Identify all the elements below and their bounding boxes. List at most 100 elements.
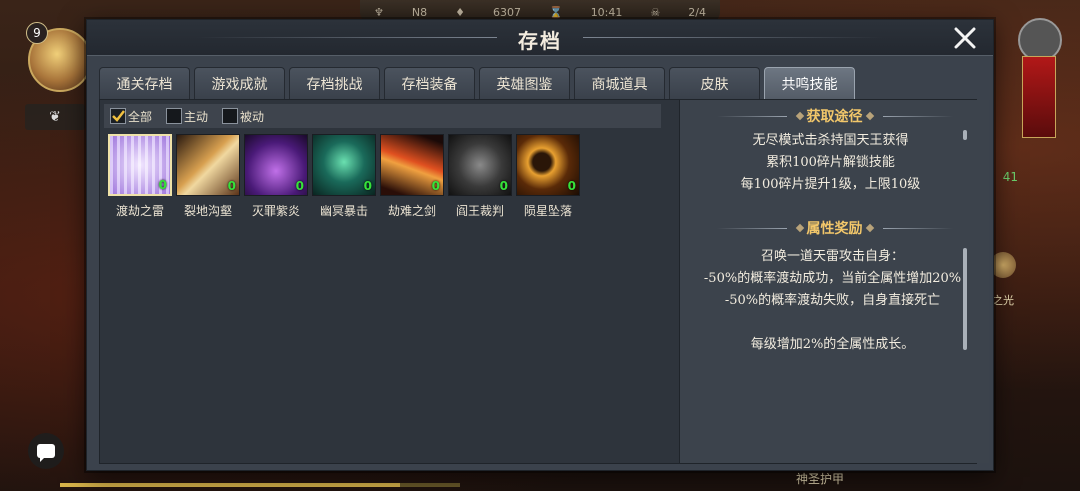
filter-active[interactable]: 主动 [166,108,208,125]
skill-item[interactable]: 0 灭罪紫炎 [244,134,308,219]
tab-label: 皮肤 [700,76,729,93]
checkbox[interactable] [222,108,239,124]
gold-count: 6307 [492,5,521,19]
skill-name: 幽冥暴击 [319,204,368,218]
attr-line: -50%的概率渡劫失败，自身直接死亡 [724,293,941,308]
chat-button[interactable] [28,433,64,469]
skill-item[interactable]: 0 渡劫之雷 [108,134,172,219]
tab-label: 英雄图鉴 [496,76,553,93]
meteor-skill-icon: 0 [516,134,580,196]
close-button[interactable] [951,24,979,52]
checkbox[interactable] [166,108,183,124]
tab-hero-codex[interactable]: 英雄图鉴 [479,67,570,99]
attr-line: 每级增加2%的全属性成长。 [750,337,915,352]
diamond-icon [795,223,804,233]
skill-item[interactable]: 0 陨星坠落 [516,134,580,219]
obtain-section-title: 获取途径 [680,106,989,126]
thunder-skill-icon: 0 [108,134,172,196]
tab-label: 共鸣技能 [781,76,838,93]
skill-item[interactable]: 0 裂地沟壑 [176,134,240,219]
modal-title: 存档 [518,29,562,53]
skill-count: 0 [158,178,167,192]
filter-label: 全部 [128,109,153,124]
tab-label: 游戏成就 [211,76,268,93]
chat-icon [37,444,55,462]
skill-count: 0 [499,179,508,193]
horns-icon: ♆ [374,5,384,19]
attr-scrollbar[interactable] [963,248,967,350]
divider [882,227,953,229]
checkmark-icon [112,110,125,122]
diamond-icon [865,111,874,121]
filter-bar: 全部 主动 被动 [104,104,661,128]
earth-rift-skill-icon: 0 [176,134,240,196]
skill-name: 陨星坠落 [523,204,572,218]
tab-shop-items[interactable]: 商城道具 [574,67,665,99]
skill-item[interactable]: 0 幽冥暴击 [312,134,376,219]
filter-all[interactable]: 全部 [110,108,152,125]
tab-challenges[interactable]: 存档挑战 [289,67,380,99]
obtain-scrollbar[interactable] [963,130,967,140]
tab-bar: 通关存档 游戏成就 存档挑战 存档装备 英雄图鉴 商城道具 皮肤 共鸣技能 [99,67,855,99]
divider [716,227,787,229]
attr-line: -50%的概率渡劫成功，当前全属性增加20% [703,271,962,286]
tab-label: 存档装备 [401,76,458,93]
attr-section-title: 属性奖励 [680,218,989,238]
tab-resonance-skills[interactable]: 共鸣技能 [764,67,855,99]
skill-item[interactable]: 0 劫难之剑 [380,134,444,219]
obtain-description: 无尽模式击杀持国天王获得 累积100碎片解锁技能 每100碎片提升1级，上限10… [700,130,961,196]
skill-item[interactable]: 0 阎王裁判 [448,134,512,219]
tab-achievements[interactable]: 游戏成就 [194,67,285,99]
obtain-title: 获取途径 [806,109,863,125]
tab-label: 通关存档 [116,76,173,93]
level-badge: 9 [26,22,48,44]
skull-skill-icon: 0 [312,134,376,196]
tab-skins[interactable]: 皮肤 [669,67,760,99]
skill-name: 灭罪紫炎 [251,204,300,218]
wings-icon: ♦ [455,5,465,19]
diamond-icon [795,111,804,121]
skill-name: 渡劫之雷 [115,204,164,218]
skill-count: 0 [431,179,440,193]
modal-header: 存档 [87,20,993,56]
checkbox[interactable] [110,108,126,124]
divider [882,115,953,117]
minimap[interactable] [1022,56,1056,138]
attr-description: 召唤一道天雷攻击自身： -50%的概率渡劫成功，当前全属性增加20% -50%的… [700,246,965,356]
skill-count: 0 [227,179,236,193]
skill-orb-label: 之光 [992,294,1014,307]
diamond-icon [865,223,874,233]
buff-label: 神圣护甲 [796,472,845,486]
attr-line: 召唤一道天雷攻击自身： [760,249,904,264]
pet-button[interactable]: ❦ [25,104,85,130]
skill-list-panel: 全部 主动 被动 0 渡劫之雷 0 裂地沟壑 0 灭罪紫炎 0 幽冥暴击 0 劫… [104,104,664,459]
obtain-line: 累积100碎片解锁技能 [766,155,895,170]
skill-name: 阎王裁判 [455,204,504,218]
attr-line [700,312,965,334]
filter-label: 主动 [184,109,209,124]
evolution-bar [60,483,460,487]
tab-equipment[interactable]: 存档装备 [384,67,475,99]
pet-icon: ❦ [49,109,61,125]
network-label: N8 [411,5,428,19]
skill-count: 0 [295,179,304,193]
skill-count: 0 [567,179,576,193]
archive-modal: 存档 通关存档 游戏成就 存档挑战 存档装备 英雄图鉴 商城道具 皮肤 共鸣技能 [86,19,994,471]
filter-passive[interactable]: 被动 [222,108,264,125]
tab-content: 全部 主动 被动 0 渡劫之雷 0 裂地沟壑 0 灭罪紫炎 0 幽冥暴击 0 劫… [99,99,989,464]
close-icon [954,27,976,49]
skill-grid: 0 渡劫之雷 0 裂地沟壑 0 灭罪紫炎 0 幽冥暴击 0 劫难之剑 0 阎王裁… [108,134,580,219]
tab-label: 存档挑战 [306,76,363,93]
skill-name: 劫难之剑 [387,204,436,218]
skill-detail-panel: 获取途径 无尽模式击杀持国天王获得 累积100碎片解锁技能 每100碎片提升1级… [679,100,989,463]
attr-title: 属性奖励 [806,221,863,237]
tab-clear-archive[interactable]: 通关存档 [99,67,190,99]
obtain-line: 无尽模式击杀持国天王获得 [752,133,909,148]
tab-label: 商城道具 [591,76,648,93]
skill-count: 0 [363,179,372,193]
purple-flame-skill-icon: 0 [244,134,308,196]
skill-name: 裂地沟壑 [183,204,232,218]
filter-label: 被动 [240,109,265,124]
side-value: 41 [1002,170,1018,184]
sword-skill-icon: 0 [380,134,444,196]
